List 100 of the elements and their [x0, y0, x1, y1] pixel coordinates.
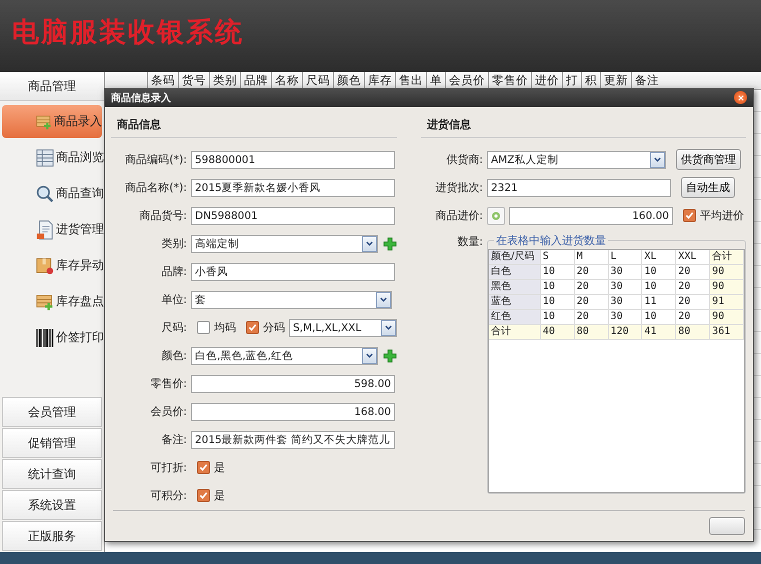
total-cell: 41	[642, 324, 676, 340]
add-icon[interactable]	[382, 348, 397, 364]
menu-button[interactable]: 统计查询	[2, 459, 102, 489]
supplier-button[interactable]: 供货商管理	[676, 149, 741, 170]
field-label: 供货商:	[445, 152, 483, 168]
sidebar-item[interactable]: 进货管理	[0, 213, 104, 246]
dropdown-field[interactable]: 套	[191, 290, 392, 309]
field-label: 可积分:	[149, 488, 187, 504]
grid-cell[interactable]: 10	[540, 264, 575, 280]
barcode-icon	[36, 328, 54, 348]
row-header: 红色	[489, 310, 541, 325]
checkbox-label: 均码	[214, 320, 236, 336]
dropdown-field[interactable]: 高端定制	[191, 234, 378, 253]
row-header: 合计	[489, 324, 541, 340]
grid-header: L	[608, 250, 642, 265]
field-label: 类别:	[160, 236, 187, 252]
row-header: 蓝色	[489, 294, 541, 310]
grid-cell[interactable]: 30	[608, 280, 642, 295]
field-label: 备注:	[160, 432, 187, 448]
sidebar-item[interactable]: 价签打印	[0, 321, 104, 354]
grid-cell[interactable]: 10	[642, 264, 676, 280]
menu-button[interactable]: 会员管理	[2, 397, 102, 427]
grid-cell[interactable]: 10	[540, 294, 575, 310]
dialog-title: 商品信息录入	[111, 91, 171, 105]
section-heading: 商品信息	[111, 112, 397, 138]
checkbox[interactable]	[197, 321, 210, 334]
field-label: 尺码:	[160, 320, 187, 336]
input-field[interactable]: 2015夏季新款名媛小香风	[191, 178, 395, 197]
dialog-button[interactable]	[709, 516, 745, 535]
grid-cell[interactable]: 20	[574, 280, 609, 295]
field-label: 可打折:	[149, 460, 187, 476]
sidebar-item[interactable]: 商品查询	[0, 177, 104, 210]
field-label: 商品货号:	[138, 208, 187, 224]
grid-cell[interactable]: 20	[574, 294, 609, 310]
field-label: 会员价:	[149, 404, 187, 420]
field-label: 数量:	[456, 234, 483, 250]
grid-cell[interactable]: 11	[642, 294, 676, 310]
checkbox-label: 是	[214, 460, 225, 476]
checkbox[interactable]	[197, 489, 210, 502]
grid-cell[interactable]: 30	[608, 264, 642, 280]
dropdown-field[interactable]: AMZ私人定制	[487, 150, 666, 169]
add-icon[interactable]	[382, 236, 397, 252]
app-title: 电脑服装收银系统	[12, 16, 244, 50]
grid-header: M	[574, 250, 609, 265]
input-field[interactable]: 598.00	[191, 374, 395, 393]
menu-button[interactable]: 促销管理	[2, 428, 102, 458]
total-cell: 90	[710, 264, 744, 280]
table-icon	[36, 148, 54, 168]
field-label: 商品进价:	[434, 208, 483, 224]
input-field[interactable]: 2321	[487, 178, 671, 197]
total-cell: 90	[710, 310, 744, 325]
row-header: 黑色	[489, 280, 541, 295]
group-legend: 在表格中输入进货数量	[494, 232, 608, 248]
input-field[interactable]: DN5988001	[191, 206, 395, 225]
checkbox-label: 平均进价	[700, 208, 744, 224]
field-label: 进货批次:	[434, 180, 483, 196]
close-icon[interactable]	[734, 91, 747, 104]
input-field[interactable]: 2015最新款两件套 简约又不失大牌范儿	[191, 430, 395, 449]
field-label: 商品编码(*):	[124, 152, 187, 168]
row-header: 白色	[489, 264, 541, 280]
grid-cell[interactable]: 30	[608, 294, 642, 310]
checkbox[interactable]	[246, 321, 259, 334]
total-cell: 80	[574, 324, 609, 340]
grid-cell[interactable]: 10	[642, 280, 676, 295]
grid-cell[interactable]: 20	[574, 264, 609, 280]
field-label: 单位:	[160, 292, 187, 308]
menu-button[interactable]: 系统设置	[2, 490, 102, 520]
generate-button[interactable]: 自动生成	[681, 177, 735, 198]
input-field[interactable]: 160.00	[509, 206, 673, 225]
grid-header: S	[540, 250, 575, 265]
grid-header: 合计	[710, 250, 744, 265]
field-label: 颜色:	[160, 348, 187, 364]
grid-header: XL	[642, 250, 676, 265]
checkbox-label: 是	[214, 488, 225, 504]
section-heading: 进货信息	[421, 112, 746, 138]
field-label: 商品名称(*):	[124, 180, 187, 196]
field-label: 品牌:	[160, 264, 187, 280]
dropdown-field[interactable]: 白色,黑色,蓝色,红色	[191, 346, 378, 365]
input-field[interactable]: 小香风	[191, 262, 395, 281]
sidebar-item[interactable]: 库存异动	[0, 249, 104, 282]
grid-header: 颜色/尺码	[489, 250, 541, 265]
total-cell: 91	[710, 294, 744, 310]
input-field[interactable]: 598800001	[191, 150, 395, 169]
total-cell: 120	[608, 324, 642, 340]
checkbox[interactable]	[683, 209, 696, 222]
total-cell: 40	[540, 324, 575, 340]
checkbox[interactable]	[197, 461, 210, 474]
input-field[interactable]: 168.00	[191, 402, 395, 421]
dropdown-field[interactable]: S,M,L,XL,XXL	[289, 318, 397, 337]
sidebar-header[interactable]: 商品管理	[0, 72, 104, 101]
document-with-stamp-icon	[36, 218, 54, 240]
total-cell: 80	[676, 324, 710, 340]
checkbox-label: 分码	[263, 320, 285, 336]
grid-cell[interactable]: 10	[540, 280, 575, 295]
sidebar-item[interactable]: 商品浏览	[0, 141, 104, 174]
total-cell: 361	[710, 324, 744, 340]
total-cell: 90	[710, 280, 744, 295]
menu-button[interactable]: 正版服务	[2, 521, 102, 551]
sidebar-item[interactable]: 库存盘点	[0, 285, 104, 318]
sidebar-item[interactable]: 商品录入	[2, 105, 102, 138]
